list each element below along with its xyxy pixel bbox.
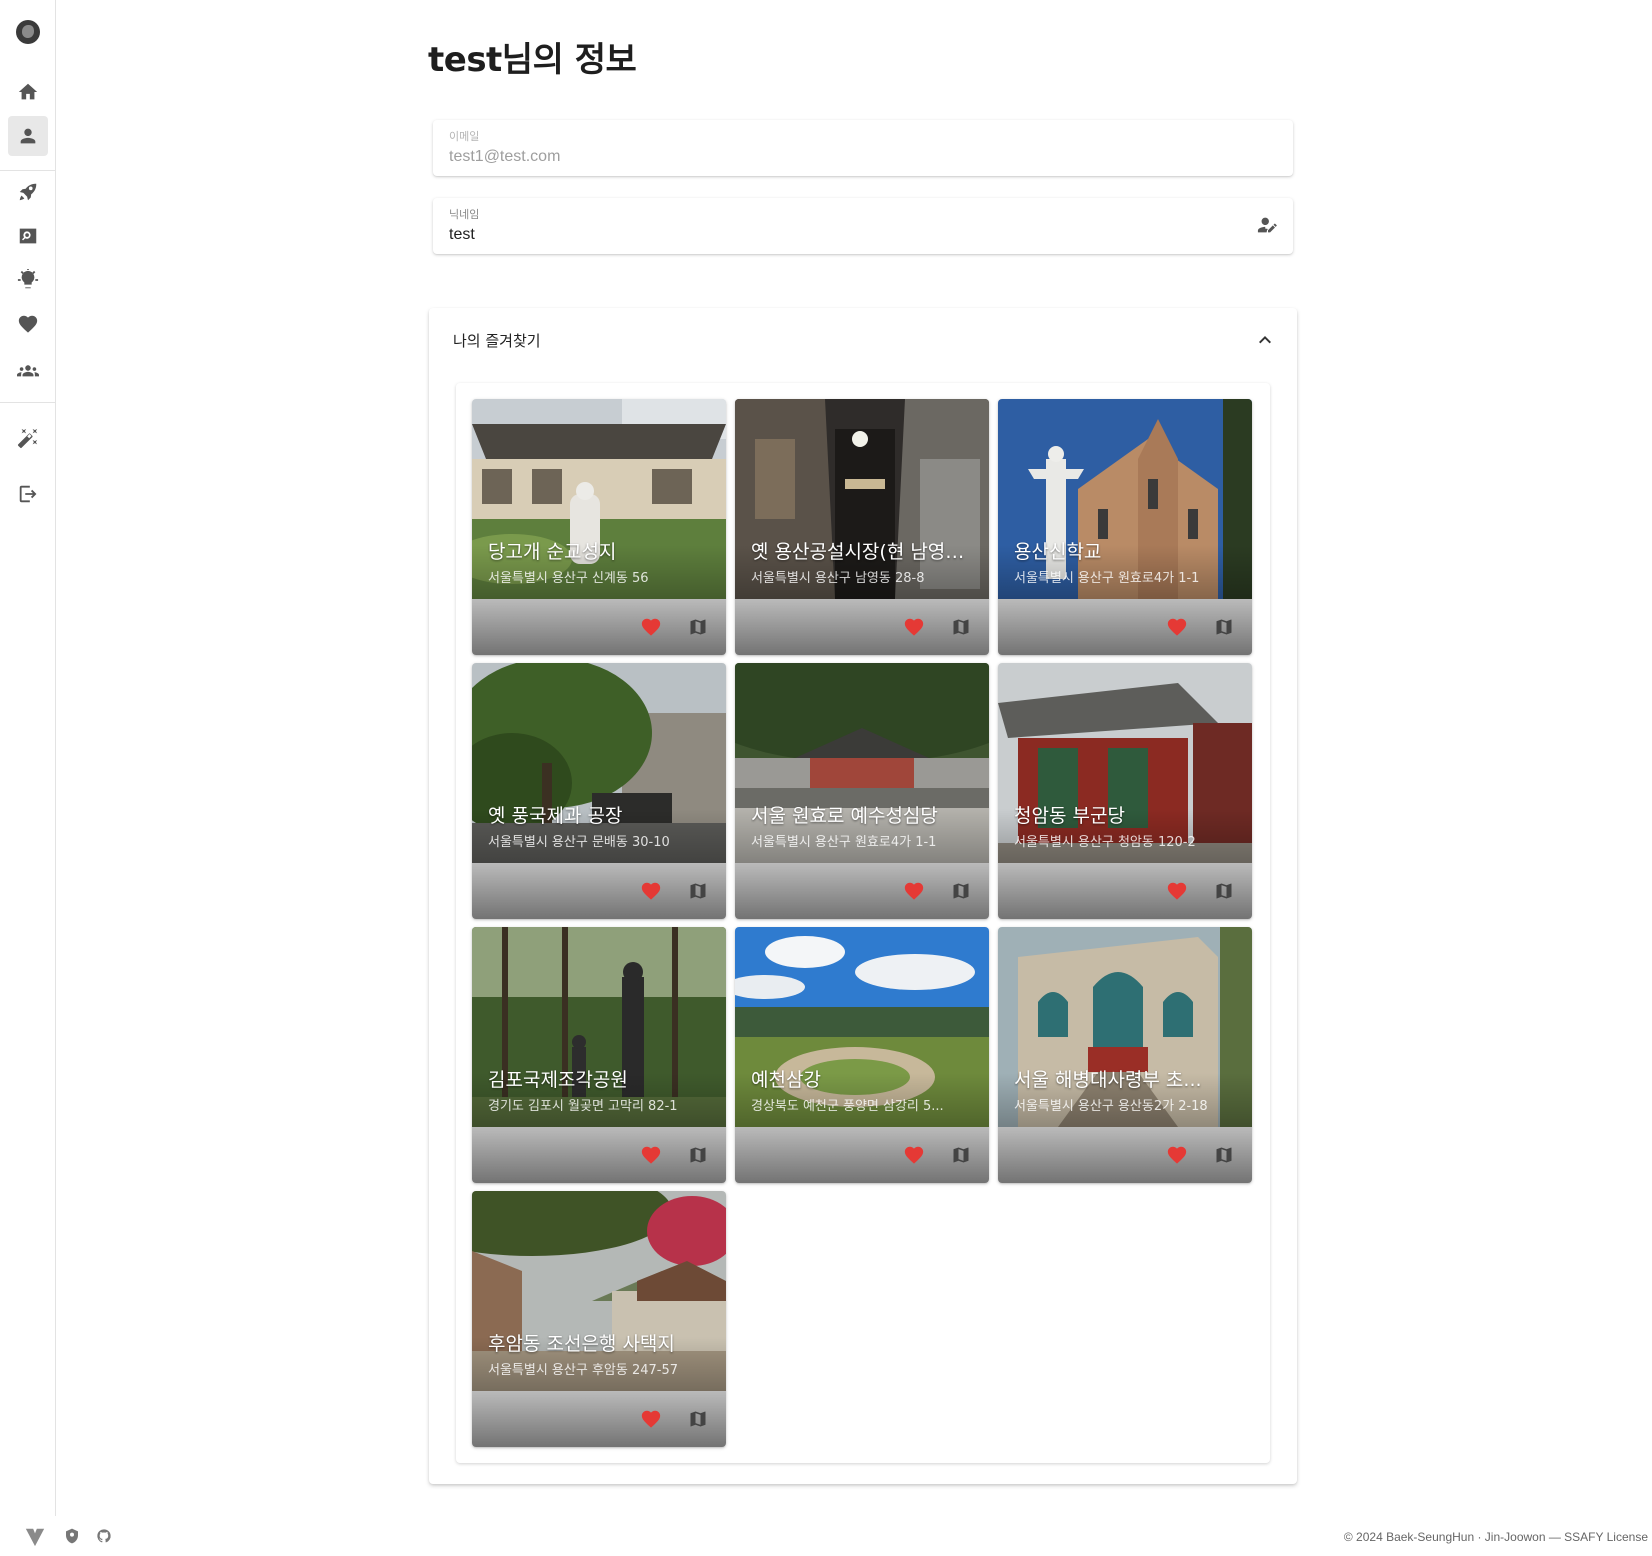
favorite-card[interactable]: 예천삼강 경상북도 예천군 풍양면 삼강리 5... (735, 927, 989, 1183)
card-title: 청암동 부군당 (1014, 805, 1125, 827)
map-icon[interactable] (951, 1145, 971, 1165)
card-address: 서울특별시 용산구 문배동 30-10 (488, 835, 670, 850)
heart-icon[interactable] (640, 1144, 662, 1166)
map-icon[interactable] (1214, 1145, 1234, 1165)
map-icon[interactable] (688, 1145, 708, 1165)
user-avatar[interactable] (16, 20, 40, 44)
sidebar (0, 0, 56, 1516)
card-address: 서울특별시 용산구 용산동2가 2-18 (1014, 1099, 1208, 1114)
shield-icon[interactable] (64, 1528, 80, 1548)
heart-icon[interactable] (1166, 616, 1188, 638)
heart-icon[interactable] (8, 304, 48, 344)
edit-account-icon[interactable] (1257, 214, 1281, 238)
map-icon[interactable] (951, 881, 971, 901)
nickname-field[interactable]: 닉네임 test (433, 198, 1293, 254)
sidebar-divider (0, 402, 56, 403)
favorite-card[interactable]: 서울 원효로 예수성심당 서울특별시 용산구 원효로4가 1-1 (735, 663, 989, 919)
favorite-card[interactable]: 옛 용산공설시장(현 남영동 골목) 서울특별시 용산구 남영동 28-8 (735, 399, 989, 655)
favorite-card[interactable]: 청암동 부군당 서울특별시 용산구 청암동 120-2 (998, 663, 1252, 919)
card-title: 후암동 조선은행 사택지 (488, 1333, 675, 1355)
card-title: 서울 원효로 예수성심당 (751, 805, 938, 827)
favorite-card[interactable]: 용산신학교 서울특별시 용산구 원효로4가 1-1 (998, 399, 1252, 655)
favorite-card[interactable]: 옛 풍국제과 공장 서울특별시 용산구 문배동 30-10 (472, 663, 726, 919)
footer: © 2024 Baek-SeungHun · Jin-Joowon — SSAF… (0, 1516, 1652, 1556)
nickname-label: 닉네임 (449, 208, 480, 221)
nickname-value[interactable]: test (449, 226, 475, 244)
group-icon[interactable] (8, 350, 48, 390)
map-icon[interactable] (688, 881, 708, 901)
heart-icon[interactable] (640, 880, 662, 902)
favorite-card[interactable]: 서울 해병대사령부 초... 서울특별시 용산구 용산동2가 2-18 (998, 927, 1252, 1183)
rocket-icon[interactable] (8, 172, 48, 212)
email-field: 이메일 test1@test.com (433, 120, 1293, 176)
heart-icon[interactable] (903, 880, 925, 902)
card-address: 경상북도 예천군 풍양면 삼강리 5... (751, 1099, 944, 1114)
card-title: 옛 용산공설시장(현 남영동 골목) (751, 541, 977, 563)
card-address: 서울특별시 용산구 남영동 28-8 (751, 571, 925, 586)
heart-icon[interactable] (903, 616, 925, 638)
account-icon[interactable] (8, 116, 48, 156)
map-icon[interactable] (688, 1409, 708, 1429)
favorite-card[interactable]: 당고개 순교성지 서울특별시 용산구 신계동 56 (472, 399, 726, 655)
heart-icon[interactable] (640, 1408, 662, 1430)
card-title: 서울 해병대사령부 초... (1014, 1069, 1202, 1091)
map-icon[interactable] (951, 617, 971, 637)
map-icon[interactable] (688, 617, 708, 637)
home-icon[interactable] (8, 72, 48, 112)
heart-icon[interactable] (1166, 880, 1188, 902)
github-icon[interactable] (96, 1528, 112, 1548)
sidebar-divider (0, 170, 56, 171)
theme-toggle-icon[interactable] (8, 418, 48, 458)
card-title: 용산신학교 (1014, 541, 1102, 563)
vuetify-logo-icon[interactable] (24, 1526, 46, 1552)
card-address: 경기도 김포시 월곶면 고막리 82-1 (488, 1099, 678, 1114)
favorites-title[interactable]: 나의 즐겨찾기 (453, 330, 541, 351)
map-icon[interactable] (1214, 881, 1234, 901)
lightbulb-icon[interactable] (8, 260, 48, 300)
card-title: 옛 풍국제과 공장 (488, 805, 623, 827)
card-title: 예천삼강 (751, 1069, 821, 1091)
card-address: 서울특별시 용산구 청암동 120-2 (1014, 835, 1196, 850)
heart-icon[interactable] (1166, 1144, 1188, 1166)
heart-icon[interactable] (640, 616, 662, 638)
map-icon[interactable] (1214, 617, 1234, 637)
favorite-card[interactable]: 김포국제조각공원 경기도 김포시 월곶면 고막리 82-1 (472, 927, 726, 1183)
favorite-card[interactable]: 후암동 조선은행 사택지 서울특별시 용산구 후암동 247-57 (472, 1191, 726, 1447)
favorites-grid: 당고개 순교성지 서울특별시 용산구 신계동 56 옛 용산공설시장(현 남영동… (456, 383, 1270, 1463)
card-address: 서울특별시 용산구 신계동 56 (488, 571, 649, 586)
heart-icon[interactable] (903, 1144, 925, 1166)
card-address: 서울특별시 용산구 후암동 247-57 (488, 1363, 679, 1378)
page-title: test님의 정보 (428, 40, 637, 80)
email-label: 이메일 (449, 130, 480, 143)
chevron-up-icon[interactable] (1253, 328, 1277, 352)
email-value: test1@test.com (449, 148, 561, 165)
card-address: 서울특별시 용산구 원효로4가 1-1 (1014, 571, 1200, 586)
logout-icon[interactable] (8, 474, 48, 514)
card-title: 김포국제조각공원 (488, 1069, 628, 1091)
favorites-panel: 나의 즐겨찾기 당고개 순교성지 서울특별시 용산구 신계동 56 옛 용산공설… (429, 308, 1297, 1484)
footer-copyright: © 2024 Baek-SeungHun · Jin-Joowon — SSAF… (1343, 1530, 1648, 1544)
image-search-icon[interactable] (8, 216, 48, 256)
card-address: 서울특별시 용산구 원효로4가 1-1 (751, 835, 937, 850)
card-title: 당고개 순교성지 (488, 541, 617, 563)
